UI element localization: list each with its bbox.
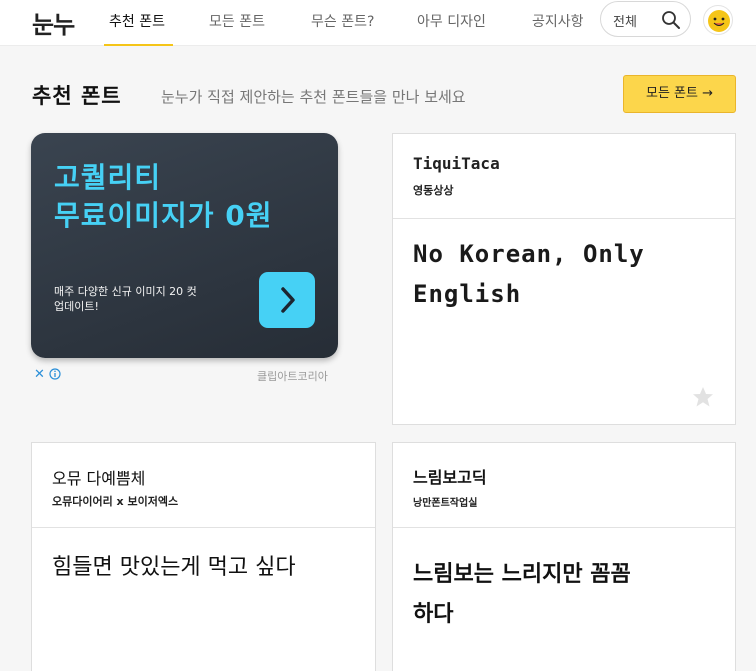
page-subtitle: 눈누가 직접 제안하는 추천 폰트들을 만나 보세요 — [161, 88, 466, 106]
font-name[interactable]: TiquiTaca — [413, 154, 500, 173]
star-icon[interactable] — [691, 385, 715, 409]
page-title: 추천 폰트 — [32, 84, 122, 108]
all-fonts-button[interactable]: 모든 폰트 → — [623, 75, 736, 113]
nav-all-fonts[interactable]: 모든 폰트 — [209, 11, 265, 31]
info-icon[interactable] — [49, 368, 61, 380]
nav-any-design[interactable]: 아무 디자인 — [417, 11, 486, 31]
ad-body-line1: 매주 다양한 신규 이미지 20 컷 — [54, 285, 197, 298]
font-sample-text: 느림보는 느리지만 꼼꼼 하다 — [413, 562, 631, 627]
ad-close-icon[interactable]: ✕ — [34, 367, 45, 382]
advertisement-banner[interactable]: 고퀄리티 무료이미지가 0원 매주 다양한 신규 이미지 20 컷 업데이트! — [31, 133, 338, 358]
ad-headline-line2: 무료이미지가 0원 — [54, 199, 273, 232]
font-author[interactable]: 영동상상 — [413, 182, 453, 198]
font-sample-text: No Korean, Only English — [413, 240, 645, 308]
ad-headline: 고퀄리티 무료이미지가 0원 — [54, 159, 273, 235]
font-author[interactable]: 오뮤다이어리 x 보이저엑스 — [52, 493, 178, 509]
ad-sponsor-label[interactable]: 클립아트코리아 — [257, 368, 328, 384]
font-card-tiquitaca[interactable]: TiquiTaca 영동상상 No Korean, Only English — [392, 133, 736, 425]
font-author[interactable]: 낭만폰트작업실 — [413, 494, 477, 509]
font-name[interactable]: 오뮤 다예쁨체 — [52, 465, 145, 489]
ad-headline-line1: 고퀄리티 — [54, 161, 162, 194]
nav-what-font[interactable]: 무슨 폰트? — [311, 11, 374, 31]
chevron-right-icon — [281, 287, 295, 313]
nav-notices[interactable]: 공지사항 — [532, 11, 584, 31]
active-tab-indicator — [104, 44, 173, 46]
search-scope-value[interactable]: 전체 — [613, 11, 637, 30]
top-navigation-bar: 눈누 추천 폰트 모든 폰트 무슨 폰트? 아무 디자인 공지사항 전체 — [0, 0, 756, 46]
site-logo[interactable]: 눈누 — [32, 5, 75, 40]
user-avatar[interactable] — [703, 5, 733, 35]
search-input[interactable]: 전체 — [600, 1, 691, 37]
search-icon[interactable] — [661, 10, 681, 30]
ad-body-text: 매주 다양한 신규 이미지 20 컷 업데이트! — [54, 284, 197, 314]
font-card-neurimbo-gothic[interactable]: 느림보고딕 낭만폰트작업실 느림보는 느리지만 꼼꼼 하다 — [392, 442, 736, 671]
smile-avatar-icon — [708, 10, 730, 32]
font-card-header: 느림보고딕 낭만폰트작업실 — [393, 443, 735, 528]
font-card-header: TiquiTaca 영동상상 — [393, 134, 735, 219]
font-name[interactable]: 느림보고딕 — [413, 464, 487, 488]
ad-arrow-button[interactable] — [259, 272, 315, 328]
nav-recommended-fonts[interactable]: 추천 폰트 — [109, 11, 165, 31]
font-card-header: 오뮤 다예쁨체 오뮤다이어리 x 보이저엑스 — [32, 443, 375, 528]
ad-body-line2: 업데이트! — [54, 300, 99, 313]
font-card-omyu-dayeppeum[interactable]: 오뮤 다예쁨체 오뮤다이어리 x 보이저엑스 힘들면 맛있는게 먹고 싶다 — [31, 442, 376, 671]
font-sample-text: 힘들면 맛있는게 먹고 싶다 — [52, 555, 296, 580]
